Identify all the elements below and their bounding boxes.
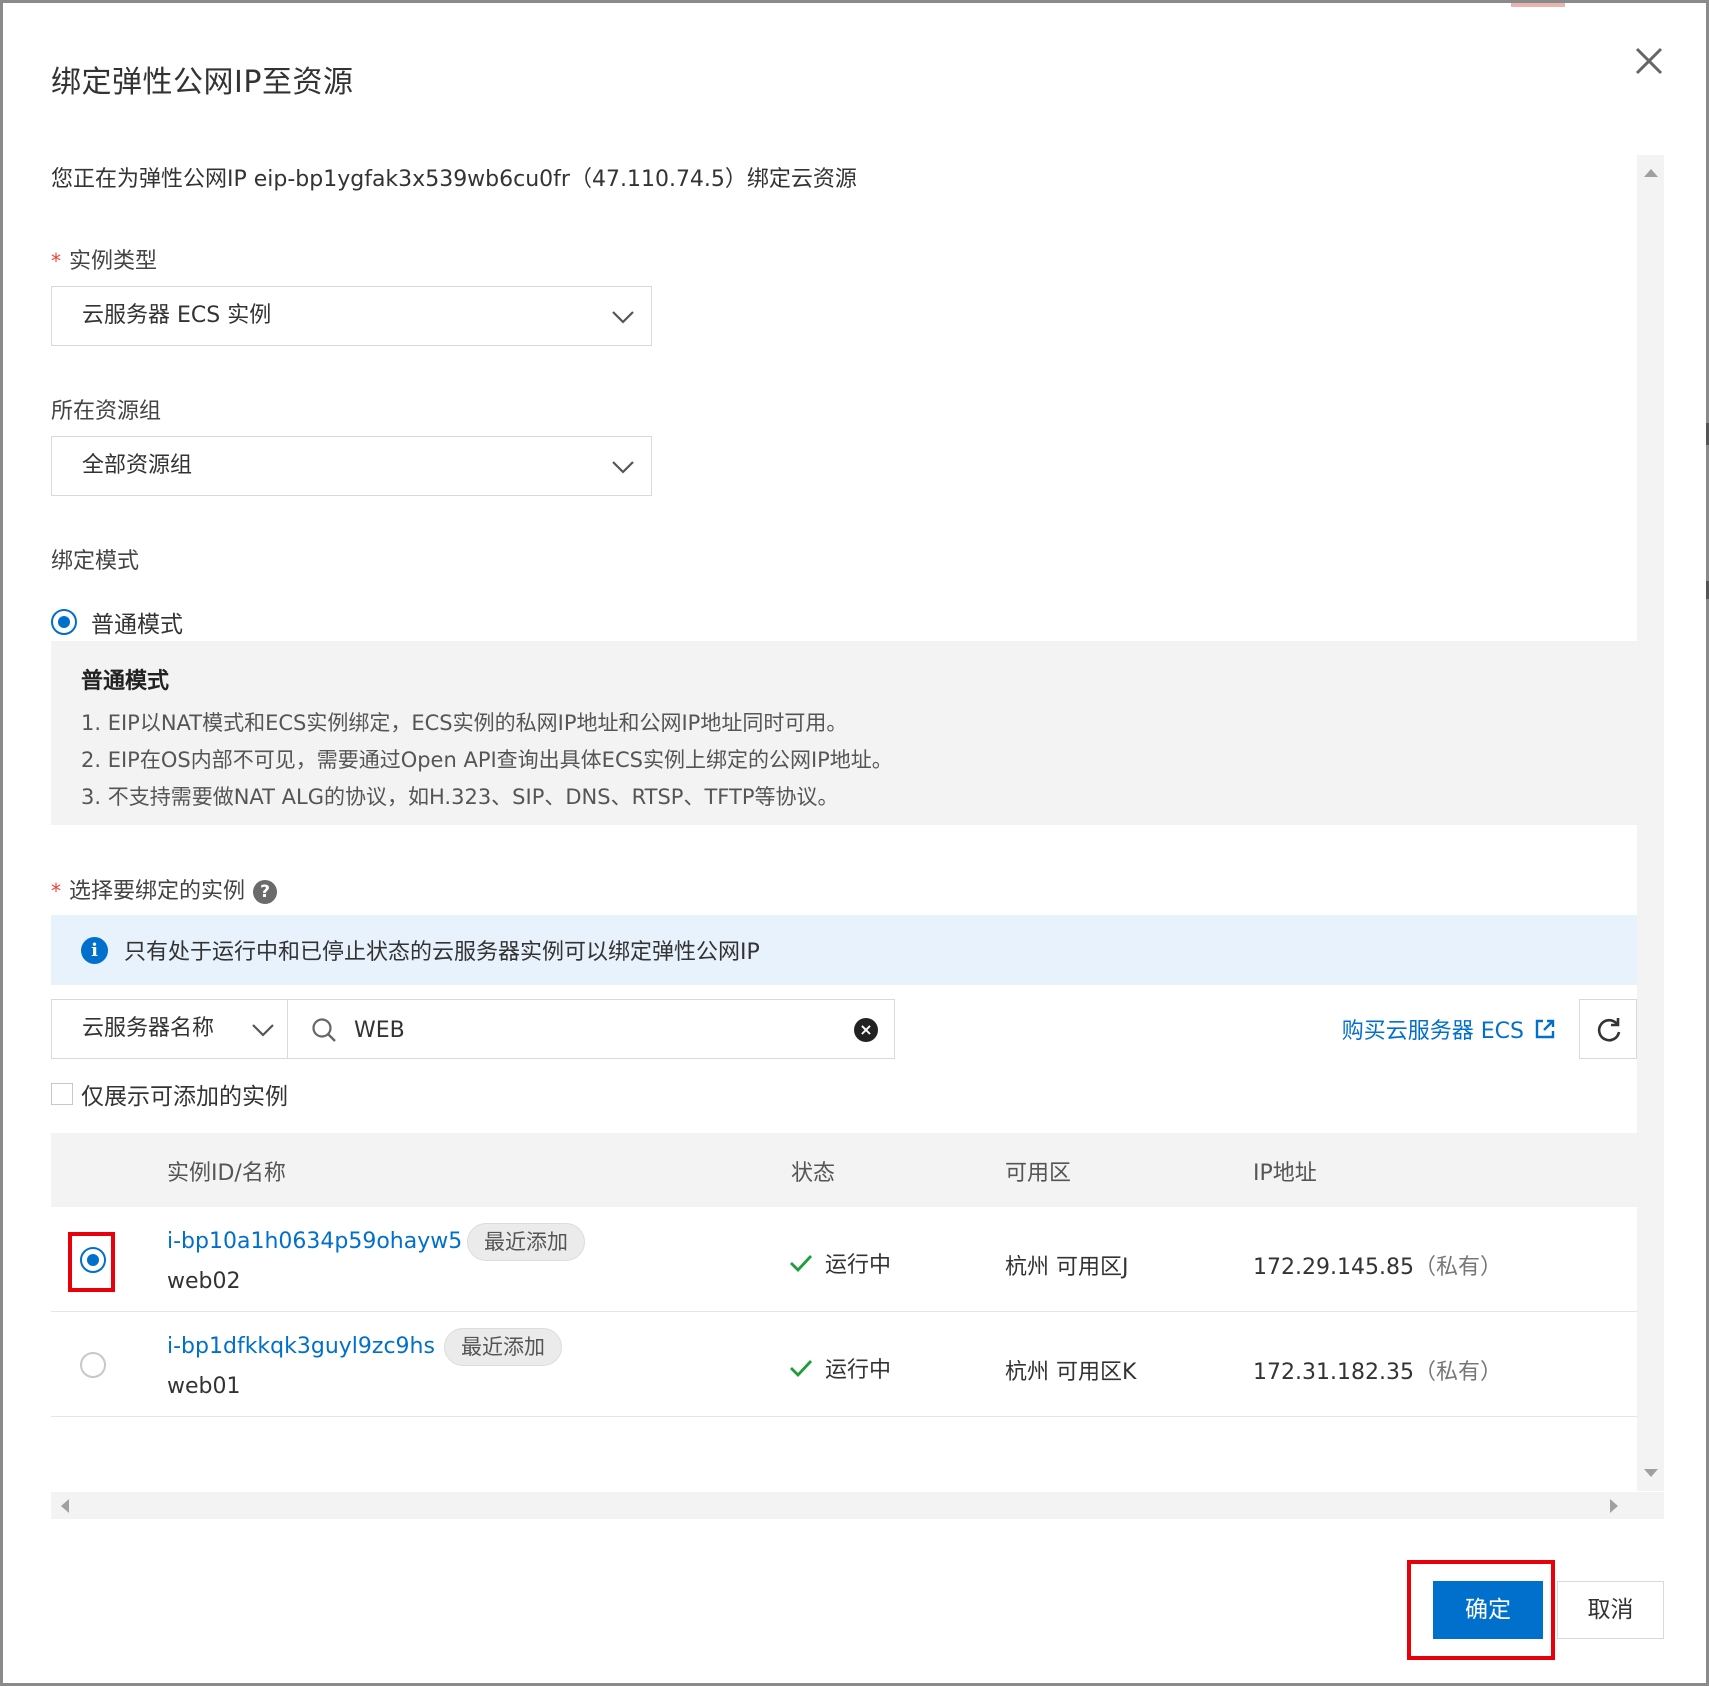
resource-group-value: 全部资源组 — [82, 453, 193, 478]
filter-field-value: 云服务器名称 — [82, 1016, 215, 1041]
bind-mode-description: 普通模式 1. EIP以NAT模式和ECS实例绑定，ECS实例的私网IP地址和公… — [51, 641, 1637, 825]
instance-zone: 杭州 可用区J — [1005, 1255, 1129, 1280]
chevron-down-icon — [612, 461, 634, 474]
dialog-title: 绑定弹性公网IP至资源 — [51, 65, 354, 100]
scroll-right-icon[interactable] — [1610, 1499, 1618, 1513]
required-mark: * — [51, 879, 61, 903]
bind-mode-desc-line: 2. EIP在OS内部不可见，需要通过Open API查询出具体ECS实例上绑定… — [81, 748, 893, 772]
bind-mode-normal-radio[interactable]: 普通模式 — [51, 605, 183, 639]
help-icon[interactable]: ? — [253, 880, 278, 904]
scroll-up-icon[interactable] — [1644, 169, 1658, 177]
instance-id-link[interactable]: i-bp10a1h0634p59ohayw5 — [167, 1229, 462, 1254]
column-header: 状态 — [791, 1161, 836, 1186]
instance-status: 运行中 — [789, 1352, 891, 1384]
external-link-icon — [1535, 1019, 1555, 1039]
info-icon: i — [81, 936, 108, 964]
buy-ecs-link[interactable]: 购买云服务器 ECS — [1342, 1013, 1556, 1045]
dialog-intro: 您正在为弹性公网IP eip-bp1ygfak3x539wb6cu0fr（47.… — [51, 167, 857, 192]
bind-mode-desc-title: 普通模式 — [81, 669, 170, 694]
resource-group-label: 所在资源组 — [51, 399, 162, 424]
required-mark: * — [51, 249, 61, 273]
search-icon — [312, 1018, 336, 1042]
instance-zone: 杭州 可用区K — [1005, 1360, 1137, 1385]
bind-eip-dialog: 绑定弹性公网IP至资源 您正在为弹性公网IP eip-bp1ygfak3x539… — [0, 0, 1709, 1686]
instance-type-select[interactable]: 云服务器 ECS 实例 — [51, 286, 652, 346]
info-text: 只有处于运行中和已停止状态的云服务器实例可以绑定弹性公网IP — [124, 940, 760, 965]
table-header: 实例ID/名称 状态 可用区 IP地址 — [51, 1133, 1637, 1207]
selection-highlight — [68, 1232, 115, 1292]
instance-ip: 172.31.182.35（私有） — [1253, 1360, 1502, 1385]
instance-type-value: 云服务器 ECS 实例 — [82, 303, 272, 328]
scroll-down-icon[interactable] — [1644, 1469, 1658, 1477]
recent-badge: 最近添加 — [467, 1223, 585, 1261]
chevron-down-icon — [612, 311, 634, 324]
check-icon — [790, 1255, 813, 1273]
instance-status: 运行中 — [789, 1247, 891, 1279]
table-row[interactable]: i-bp10a1h0634p59ohayw5 最近添加 web02 运行中 杭州… — [51, 1207, 1637, 1312]
resource-group-select[interactable]: 全部资源组 — [51, 436, 652, 496]
info-notice: i 只有处于运行中和已停止状态的云服务器实例可以绑定弹性公网IP — [51, 915, 1637, 985]
only-addable-checkbox[interactable]: 仅展示可添加的实例 — [51, 1077, 288, 1111]
bind-mode-desc-line: 3. 不支持需要做NAT ALG的协议，如H.323、SIP、DNS、RTSP、… — [81, 785, 839, 809]
chevron-down-icon — [252, 1024, 274, 1037]
bind-mode-option: 普通模式 — [91, 612, 183, 638]
top-edge-mark — [1511, 3, 1565, 7]
table-row[interactable]: i-bp1dfkkqk3guyl9zc9hs 最近添加 web01 运行中 杭州… — [51, 1312, 1637, 1417]
instance-id-link[interactable]: i-bp1dfkkqk3guyl9zc9hs — [167, 1334, 435, 1359]
instance-name: web01 — [167, 1374, 241, 1399]
recent-badge: 最近添加 — [444, 1328, 562, 1366]
close-icon[interactable] — [1631, 43, 1667, 79]
bind-mode-desc-line: 1. EIP以NAT模式和ECS实例绑定，ECS实例的私网IP地址和公网IP地址… — [81, 711, 848, 735]
row-select-radio[interactable] — [80, 1352, 106, 1378]
check-icon — [790, 1360, 813, 1378]
radio-checked[interactable] — [51, 609, 77, 635]
column-header: 实例ID/名称 — [167, 1161, 286, 1186]
scroll-left-icon[interactable] — [61, 1499, 69, 1513]
checkbox[interactable] — [51, 1083, 73, 1105]
column-header: IP地址 — [1253, 1161, 1317, 1186]
confirm-button[interactable]: 确定 — [1433, 1581, 1543, 1639]
vertical-scrollbar[interactable] — [1637, 155, 1664, 1491]
instance-type-label: * 实例类型 — [51, 249, 158, 274]
only-addable-label: 仅展示可添加的实例 — [81, 1084, 288, 1110]
refresh-icon — [1597, 1018, 1621, 1042]
horizontal-scrollbar[interactable] — [51, 1492, 1664, 1519]
search-input[interactable] — [354, 1010, 834, 1050]
instance-name: web02 — [167, 1269, 241, 1294]
instance-table: 实例ID/名称 状态 可用区 IP地址 i-bp10a1h0634p59ohay… — [51, 1133, 1637, 1417]
clear-icon[interactable]: × — [854, 1018, 878, 1042]
column-header: 可用区 — [1005, 1161, 1072, 1186]
select-instance-label: * 选择要绑定的实例? — [51, 873, 278, 905]
cancel-button[interactable]: 取消 — [1557, 1581, 1664, 1639]
filter-field-select[interactable]: 云服务器名称 — [51, 999, 288, 1059]
refresh-button[interactable] — [1579, 999, 1637, 1059]
bind-mode-label: 绑定模式 — [51, 549, 140, 574]
buy-ecs-link-label: 购买云服务器 ECS — [1341, 1019, 1524, 1044]
search-box: × — [287, 999, 895, 1059]
instance-ip: 172.29.145.85（私有） — [1253, 1255, 1502, 1280]
